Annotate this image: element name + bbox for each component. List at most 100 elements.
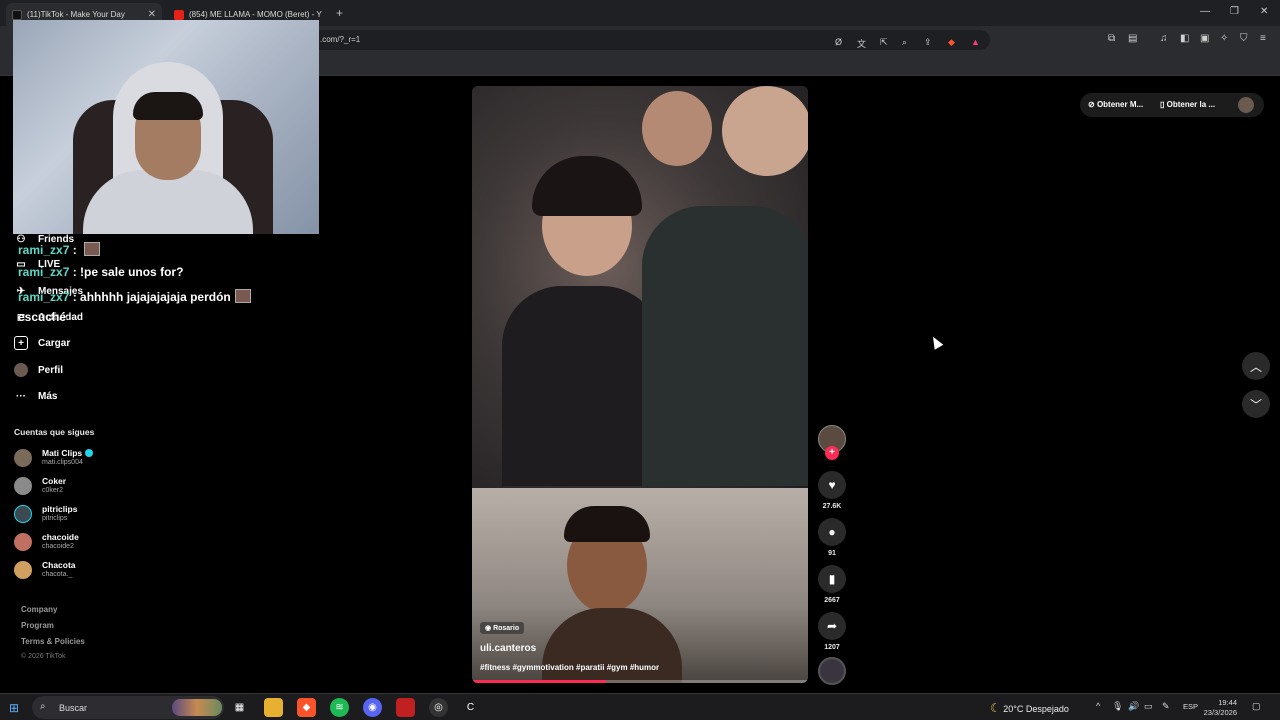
window-close-icon[interactable]: ✕ bbox=[1260, 6, 1268, 17]
discord-icon[interactable]: ◉ bbox=[363, 698, 382, 717]
share-icon[interactable]: ⇪ bbox=[924, 37, 932, 48]
person-body bbox=[642, 206, 808, 486]
network-icon[interactable]: ▭ bbox=[1144, 701, 1153, 712]
video-progress-bar[interactable] bbox=[472, 680, 808, 683]
person-face bbox=[722, 86, 808, 176]
voicemeeter-icon[interactable] bbox=[396, 698, 415, 717]
sidebar-toggle-icon[interactable]: ◧ bbox=[1180, 33, 1189, 44]
following-account[interactable]: chacoide chacoide2 bbox=[14, 531, 134, 553]
search-label: Buscar bbox=[59, 703, 88, 713]
zoom-icon[interactable]: ⌕ bbox=[902, 37, 907, 48]
youtube-icon bbox=[174, 9, 184, 20]
chat-message: rami_zx7 : !pe sale unos for? bbox=[18, 265, 183, 279]
weather-widget[interactable]: ☾ 20°C Despejado bbox=[990, 701, 1069, 715]
menu-icon[interactable]: ≡ bbox=[1260, 33, 1266, 44]
verified-icon bbox=[85, 449, 94, 457]
wallet-icon[interactable]: ▣ bbox=[1200, 33, 1209, 44]
account-handle: mati.clips004 bbox=[42, 459, 83, 466]
person-hair bbox=[564, 506, 650, 542]
following-account[interactable]: pitriclips pitriclips bbox=[14, 503, 134, 525]
following-account[interactable]: Chacota chacota._ bbox=[14, 559, 134, 581]
video-frame-top bbox=[472, 86, 808, 488]
like-button[interactable]: ♥ bbox=[818, 471, 846, 499]
footer-link-terms[interactable]: Terms & Policies bbox=[21, 637, 85, 646]
previous-video-button[interactable]: ︿ bbox=[1242, 352, 1270, 380]
sidebar-item-more[interactable]: ··· Más bbox=[14, 389, 57, 403]
chat-message: escuché bbox=[18, 310, 66, 324]
share-button[interactable]: ➦ bbox=[818, 612, 846, 640]
user-avatar[interactable] bbox=[1238, 97, 1254, 113]
account-name: pitriclips bbox=[42, 504, 78, 514]
microphone-icon[interactable]: 🎙 bbox=[1112, 701, 1123, 712]
weather-text: 20°C Despejado bbox=[1003, 704, 1069, 714]
webcam-overlay bbox=[13, 20, 319, 234]
following-account[interactable]: Mati Clips mati.clips004 bbox=[14, 447, 134, 469]
restore-icon[interactable]: ❐ bbox=[1230, 6, 1239, 17]
translate-icon[interactable]: 文 bbox=[857, 37, 866, 50]
account-handle: chacoide2 bbox=[42, 543, 74, 550]
search-icon: ⌕ bbox=[40, 701, 46, 712]
video-player[interactable]: ◉ Rosario uli.canteros #fitness #gymmoti… bbox=[472, 86, 808, 683]
volume-icon[interactable]: 🔊 bbox=[1128, 701, 1139, 712]
avatar bbox=[14, 449, 32, 467]
app-c-icon[interactable]: C bbox=[461, 698, 480, 717]
file-explorer-icon[interactable] bbox=[264, 698, 283, 717]
pen-icon[interactable]: ✎ bbox=[1162, 701, 1170, 712]
video-author[interactable]: uli.canteros bbox=[480, 643, 536, 654]
emote-icon bbox=[234, 289, 251, 303]
open-external-icon[interactable]: ⇱ bbox=[880, 37, 888, 48]
video-progress-fill bbox=[472, 680, 607, 683]
chat-separator: : bbox=[69, 265, 81, 279]
clock-time[interactable]: 19:44 bbox=[1207, 698, 1237, 707]
brave-shield-icon[interactable]: ◆ bbox=[948, 37, 955, 48]
footer-link-program[interactable]: Program bbox=[21, 621, 54, 630]
task-view-icon[interactable]: ▦ bbox=[230, 698, 249, 717]
sidebar-item-label: Más bbox=[38, 390, 58, 402]
close-icon[interactable]: ✕ bbox=[148, 9, 156, 20]
music-icon[interactable]: ♫ bbox=[1160, 33, 1168, 44]
avatar bbox=[14, 505, 32, 523]
follow-plus-icon[interactable]: + bbox=[825, 446, 839, 460]
vpn-icon[interactable]: ⛉ bbox=[1240, 33, 1248, 44]
leo-ai-icon[interactable]: ✧ bbox=[1220, 33, 1228, 44]
sidebar-item-profile[interactable]: Perfil bbox=[14, 363, 63, 377]
no-tracking-icon[interactable]: Ø bbox=[835, 37, 842, 47]
brave-rewards-icon[interactable]: ▲ bbox=[971, 37, 980, 47]
chat-message: rami_zx7 : ahhhhh jajajajajaja perdón bbox=[18, 289, 251, 304]
sidebar-item-upload[interactable]: + Cargar bbox=[14, 336, 70, 350]
video-hashtags[interactable]: #fitness #gymmotivation #paratii #gym #h… bbox=[480, 663, 659, 672]
extensions-icon[interactable]: ⧉ bbox=[1108, 33, 1115, 44]
tray-expand-icon[interactable]: ^ bbox=[1096, 701, 1100, 711]
brave-browser-icon[interactable]: ◆ bbox=[297, 698, 316, 717]
save-button[interactable]: ▮ bbox=[818, 565, 846, 593]
heart-icon: ♥ bbox=[828, 478, 836, 492]
url-field[interactable]: .com/?_r=1 Ø 文 ⇱ ⌕ ⇪ ◆ ▲ bbox=[300, 30, 990, 50]
new-tab-button[interactable]: + bbox=[336, 6, 343, 20]
location-badge[interactable]: ◉ Rosario bbox=[480, 622, 525, 634]
profile-icon bbox=[14, 363, 28, 377]
person-body bbox=[502, 286, 662, 486]
minimize-icon[interactable]: — bbox=[1200, 6, 1210, 17]
clock-date[interactable]: 23/3/2026 bbox=[1197, 708, 1237, 717]
footer-link-company[interactable]: Company bbox=[21, 605, 57, 614]
get-app-button[interactable]: ▯ Obtener la ... bbox=[1160, 100, 1215, 109]
following-account[interactable]: Coker c0ker2 bbox=[14, 475, 134, 497]
taskbar-search[interactable]: ⌕ Buscar bbox=[32, 696, 224, 719]
tab-label: (11)TikTok - Make Your Day bbox=[27, 10, 125, 19]
music-disc-icon[interactable] bbox=[818, 657, 846, 685]
share-arrow-icon: ➦ bbox=[826, 619, 838, 633]
obs-icon[interactable]: ◎ bbox=[429, 698, 448, 717]
person-hair bbox=[532, 156, 642, 216]
spotify-icon[interactable]: ≋ bbox=[330, 698, 349, 717]
comment-button[interactable]: ● bbox=[818, 518, 846, 546]
notifications-icon[interactable]: ▢ bbox=[1252, 701, 1261, 712]
chat-username: rami_zx7 bbox=[18, 243, 70, 257]
windows-start-icon[interactable]: ⊞ bbox=[9, 701, 19, 715]
reader-icon[interactable]: ▤ bbox=[1128, 33, 1137, 44]
url-text: .com/?_r=1 bbox=[320, 35, 361, 44]
account-name: Mati Clips bbox=[42, 448, 94, 458]
chat-message: rami_zx7 : bbox=[18, 242, 101, 257]
language-indicator[interactable]: ESP bbox=[1183, 702, 1198, 711]
get-coins-button[interactable]: ⊘ Obtener M... bbox=[1088, 100, 1143, 109]
next-video-button[interactable]: ﹀ bbox=[1242, 390, 1270, 418]
